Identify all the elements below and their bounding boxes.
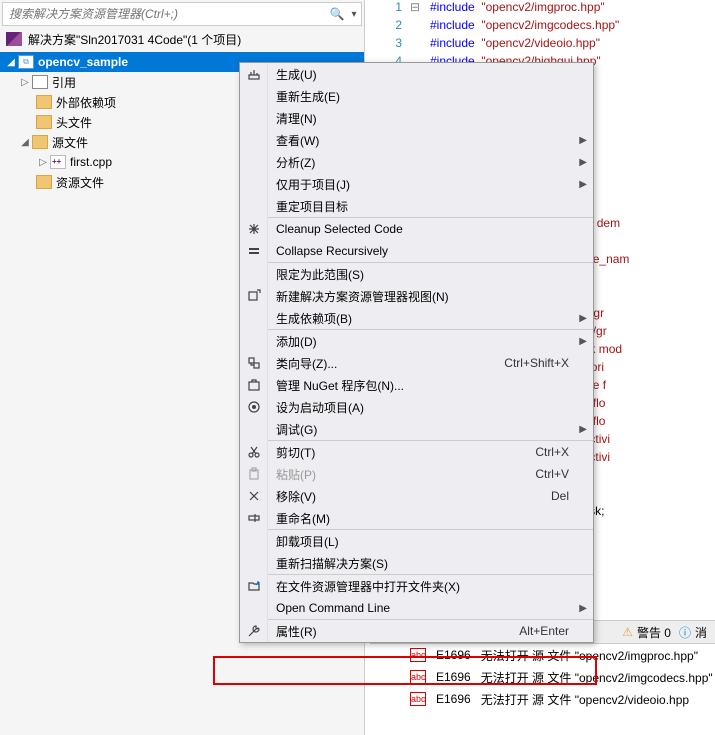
folder-open-icon — [247, 579, 261, 593]
external-deps-label: 外部依赖项 — [56, 94, 116, 111]
paste-icon — [247, 467, 261, 481]
vs-icon — [6, 32, 22, 46]
submenu-arrow-icon: ▶ — [579, 336, 587, 347]
cpp-project-icon: ⧉ — [18, 55, 34, 69]
folder-icon — [36, 95, 52, 109]
error-code: E1696 — [436, 670, 471, 684]
solution-node[interactable]: 解决方案"Sln2017031 4Code"(1 个项目) — [0, 28, 364, 50]
source-file-label: first.cpp — [70, 155, 112, 169]
menu-rescan[interactable]: 重新扫描解决方案(S) — [240, 552, 593, 574]
expand-arrow-icon[interactable]: ▷ — [36, 157, 50, 168]
error-text: 无法打开 源 文件 "opencv2/imgcodecs.hpp" — [481, 669, 713, 686]
menu-open-folder[interactable]: 在文件资源管理器中打开文件夹(X) — [240, 575, 593, 597]
menu-startup[interactable]: 设为启动项目(A) — [240, 396, 593, 418]
menu-class-wizard[interactable]: 类向导(Z)...Ctrl+Shift+X — [240, 352, 593, 374]
headers-label: 头文件 — [56, 114, 92, 131]
error-text: 无法打开 源 文件 "opencv2/videoio.hpp — [481, 691, 689, 708]
submenu-arrow-icon: ▶ — [579, 157, 587, 168]
collapse-arrow-icon[interactable]: ◢ — [4, 57, 18, 68]
messages-filter[interactable]: ⓘ消 — [679, 624, 707, 641]
menu-rename[interactable]: 重命名(M) — [240, 507, 593, 529]
search-icon[interactable]: 🔍 — [327, 7, 347, 21]
menu-add[interactable]: 添加(D)▶ — [240, 330, 593, 352]
menu-cleanup-code[interactable]: Cleanup Selected Code — [240, 218, 593, 240]
menu-build[interactable]: 生成(U) — [240, 63, 593, 85]
error-icon: abc — [410, 670, 426, 684]
cpp-file-icon — [50, 155, 66, 169]
error-code: E1696 — [436, 692, 471, 706]
error-text: 无法打开 源 文件 "opencv2/imgproc.hpp" — [481, 647, 698, 664]
error-row[interactable]: abc E1696 无法打开 源 文件 "opencv2/imgcodecs.h… — [370, 666, 715, 688]
collapse-icon — [247, 244, 261, 258]
expand-arrow-icon[interactable]: ▷ — [18, 77, 32, 88]
submenu-arrow-icon: ▶ — [579, 313, 587, 324]
error-icon: abc — [410, 692, 426, 706]
menu-scope[interactable]: 限定为此范围(S) — [240, 263, 593, 285]
menu-nuget[interactable]: 管理 NuGet 程序包(N)... — [240, 374, 593, 396]
menu-analyze[interactable]: 分析(Z)▶ — [240, 151, 593, 173]
rename-icon — [247, 511, 261, 525]
folder-icon — [36, 175, 52, 189]
build-icon — [247, 67, 261, 81]
sources-label: 源文件 — [52, 134, 88, 151]
references-icon — [32, 75, 48, 89]
cut-icon — [247, 445, 261, 459]
resources-label: 资源文件 — [56, 174, 104, 191]
wrench-icon — [247, 624, 261, 638]
warnings-filter[interactable]: ⚠警告 0 — [622, 624, 671, 641]
menu-paste[interactable]: 粘贴(P)Ctrl+V — [240, 463, 593, 485]
nuget-icon — [247, 378, 261, 392]
class-wizard-icon — [247, 356, 261, 370]
error-code: E1696 — [436, 648, 471, 662]
error-icon: abc — [410, 648, 426, 662]
search-bar: 🔍 ▾ — [2, 2, 362, 26]
error-row[interactable]: abc E1696 无法打开 源 文件 "opencv2/imgproc.hpp… — [370, 644, 715, 666]
submenu-arrow-icon: ▶ — [579, 603, 587, 614]
search-dropdown-icon[interactable]: ▾ — [347, 9, 361, 20]
remove-icon — [247, 489, 261, 503]
context-menu: 生成(U) 重新生成(E) 清理(N) 查看(W)▶ 分析(Z)▶ 仅用于项目(… — [239, 62, 594, 643]
menu-new-view[interactable]: 新建解决方案资源管理器视图(N) — [240, 285, 593, 307]
submenu-arrow-icon: ▶ — [579, 424, 587, 435]
menu-build-deps[interactable]: 生成依赖项(B)▶ — [240, 307, 593, 329]
new-view-icon — [247, 289, 261, 303]
menu-open-cmd[interactable]: Open Command Line▶ — [240, 597, 593, 619]
collapse-arrow-icon[interactable]: ◢ — [18, 137, 32, 148]
menu-unload[interactable]: 卸载项目(L) — [240, 530, 593, 552]
menu-collapse[interactable]: Collapse Recursively — [240, 240, 593, 262]
error-row[interactable]: abc E1696 无法打开 源 文件 "opencv2/videoio.hpp — [370, 688, 715, 710]
search-input[interactable] — [3, 7, 327, 21]
menu-view[interactable]: 查看(W)▶ — [240, 129, 593, 151]
solution-label: 解决方案"Sln2017031 4Code"(1 个项目) — [28, 31, 241, 48]
menu-retarget[interactable]: 重定项目目标 — [240, 195, 593, 217]
menu-properties[interactable]: 属性(R)Alt+Enter — [240, 620, 593, 642]
startup-icon — [247, 400, 261, 414]
folder-icon — [36, 115, 52, 129]
menu-debug[interactable]: 调试(G)▶ — [240, 418, 593, 440]
submenu-arrow-icon: ▶ — [579, 179, 587, 190]
project-label: opencv_sample — [38, 55, 128, 69]
submenu-arrow-icon: ▶ — [579, 135, 587, 146]
menu-rebuild[interactable]: 重新生成(E) — [240, 85, 593, 107]
references-label: 引用 — [52, 74, 76, 91]
cleanup-icon — [247, 222, 261, 236]
menu-clean[interactable]: 清理(N) — [240, 107, 593, 129]
menu-project-only[interactable]: 仅用于项目(J)▶ — [240, 173, 593, 195]
menu-cut[interactable]: 剪切(T)Ctrl+X — [240, 441, 593, 463]
menu-remove[interactable]: 移除(V)Del — [240, 485, 593, 507]
folder-icon — [32, 135, 48, 149]
